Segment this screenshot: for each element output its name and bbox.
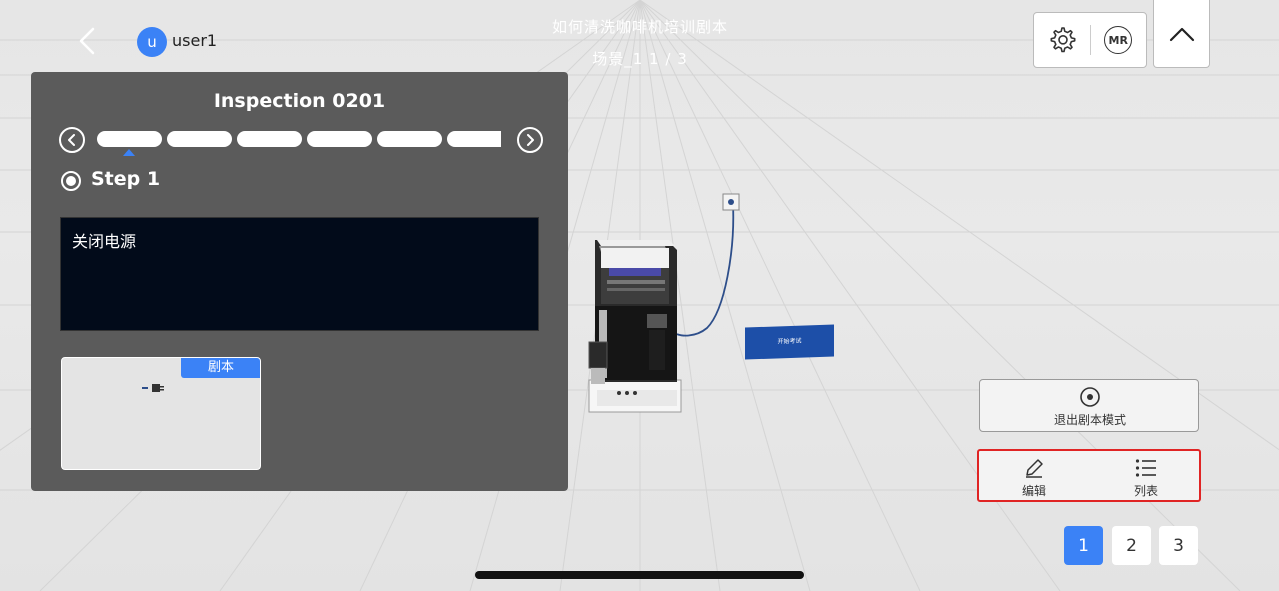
edit-button[interactable]: 编辑: [999, 455, 1069, 499]
chevron-left-icon: [79, 27, 95, 55]
page-button-3[interactable]: 3: [1159, 526, 1198, 565]
mr-icon: MR: [1104, 26, 1133, 54]
step-radio[interactable]: [61, 171, 81, 191]
step-segment[interactable]: [97, 131, 162, 147]
toolbar-group: MR: [1033, 12, 1147, 68]
start-exam-sign[interactable]: 开始考试: [745, 324, 834, 360]
procedure-title: Inspection 0201: [213, 90, 386, 112]
step-panel: Inspection 0201 Step 1 关闭电源 剧本: [31, 72, 568, 491]
script-tag: 剧本: [181, 358, 260, 378]
start-exam-sign-label: 开始考试: [777, 337, 802, 346]
scene-indicator: 场景_1 1 / 3: [592, 50, 688, 68]
radio-dot-icon: [66, 176, 76, 186]
settings-button[interactable]: [1034, 12, 1090, 68]
username-label: user1: [172, 31, 218, 50]
step-segment[interactable]: [447, 131, 501, 147]
exit-script-mode-label: 退出剧本模式: [1053, 413, 1126, 427]
chevron-up-icon: [1169, 27, 1194, 41]
script-thumbnail[interactable]: 剧本: [61, 357, 261, 470]
step-segment[interactable]: [377, 131, 442, 147]
gear-icon: [1050, 27, 1076, 53]
step-progress-bar: [97, 131, 501, 147]
exit-script-mode-button[interactable]: 退出剧本模式: [979, 379, 1199, 432]
coffee-machine-model[interactable]: [585, 190, 745, 420]
back-button[interactable]: [72, 24, 102, 58]
plug-icon: [142, 384, 164, 392]
edit-list-group: 编辑 列表: [977, 449, 1201, 502]
page-button-1[interactable]: 1: [1064, 526, 1103, 565]
chevron-right-icon: [527, 134, 534, 146]
step-segment[interactable]: [237, 131, 302, 147]
step-segment[interactable]: [167, 131, 232, 147]
prev-step-button[interactable]: [59, 127, 85, 153]
scenario-title: 如何清洗咖啡机培训剧本: [551, 18, 728, 36]
current-step-marker: [123, 149, 135, 156]
collapse-button[interactable]: [1153, 0, 1210, 68]
step-description[interactable]: 关闭电源: [60, 217, 539, 331]
home-indicator[interactable]: [475, 571, 804, 579]
page-button-2[interactable]: 2: [1112, 526, 1151, 565]
list-icon: [1135, 459, 1156, 477]
next-step-button[interactable]: [517, 127, 543, 153]
list-label: 列表: [1133, 484, 1158, 498]
step-segment[interactable]: [307, 131, 372, 147]
pencil-icon: [1026, 459, 1043, 478]
target-icon: [1080, 387, 1100, 407]
chevron-left-icon: [68, 134, 75, 146]
mr-mode-button[interactable]: MR: [1090, 12, 1146, 68]
user-avatar[interactable]: u: [137, 27, 167, 57]
edit-label: 编辑: [1021, 484, 1046, 498]
step-label: Step 1: [91, 168, 161, 190]
list-button[interactable]: 列表: [1111, 455, 1181, 499]
